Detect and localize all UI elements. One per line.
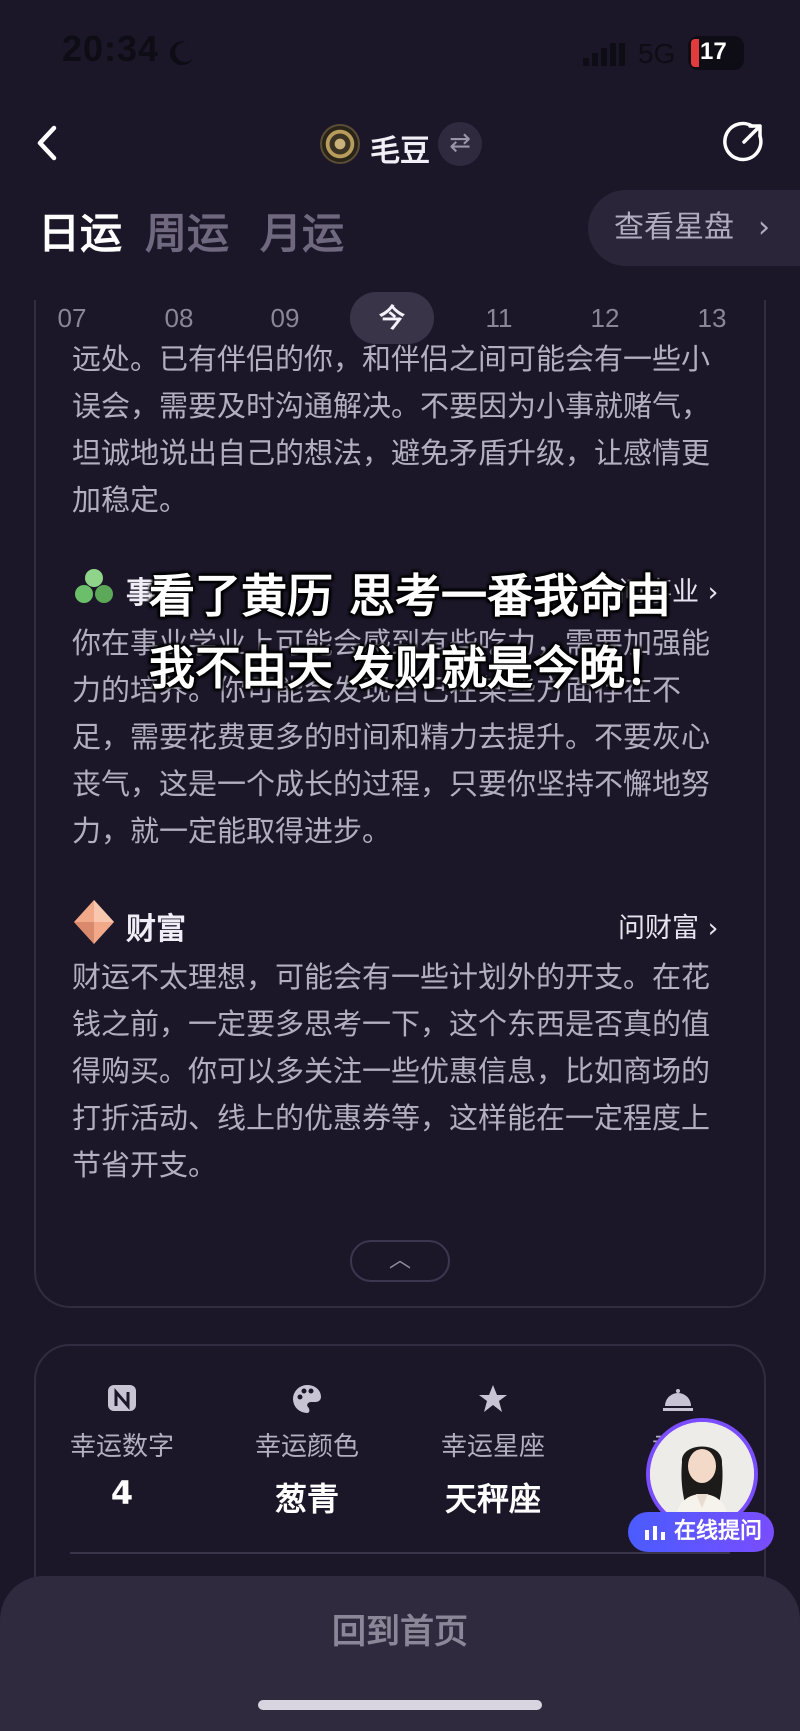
- wealth-title: 财富: [126, 912, 186, 947]
- palette-icon: [293, 1385, 321, 1413]
- signal-icon: [583, 43, 625, 66]
- status-time: 20:34: [62, 28, 160, 69]
- lucky-color-value: 葱青: [274, 1480, 339, 1518]
- chevron-right-icon: ›: [758, 210, 770, 245]
- star-icon: [479, 1385, 507, 1412]
- switch-profile-button[interactable]: ⇄: [438, 122, 482, 166]
- online-question-label: 在线提问: [674, 1519, 763, 1544]
- back-arrow-icon[interactable]: [28, 118, 68, 168]
- audio-bars-icon: [645, 1526, 665, 1540]
- cloche-icon: [663, 1389, 693, 1411]
- profile-name[interactable]: 毛豆: [370, 126, 430, 170]
- lucky-constellation-value: 天秤座: [444, 1480, 541, 1518]
- chevron-right-icon: ›: [707, 913, 719, 944]
- chevron-right-icon: ›: [707, 577, 719, 608]
- moon-icon: [169, 41, 193, 66]
- battery-level: 17: [700, 38, 727, 65]
- view-chart-button[interactable]: 查看星盘 ›: [588, 190, 800, 266]
- n-badge-icon: [108, 1385, 136, 1411]
- love-paragraph: 远处。已有伴侣的你，和伴侣之间可能会有一些小误会，需要及时沟通解决。不要因为小事…: [72, 342, 711, 517]
- divider: [70, 1552, 730, 1554]
- lucky-number-label: 幸运数字: [69, 1432, 174, 1462]
- online-question-button[interactable]: 在线提问: [628, 1512, 774, 1552]
- collapse-button[interactable]: ︿: [350, 1240, 450, 1282]
- wealth-paragraph: 财运不太理想，可能会有一些计划外的开支。在花钱之前，一定要多思考一下，这个东西是…: [72, 960, 711, 1182]
- network-type: 5G: [638, 38, 676, 69]
- lucky-number-value: 4: [110, 1474, 134, 1512]
- home-indicator[interactable]: [258, 1700, 542, 1710]
- overlay-caption: 看了黄历 思考一番我命由我不由天 发财就是今晚！: [148, 569, 671, 695]
- lucky-color-label: 幸运颜色: [254, 1432, 359, 1462]
- battery-indicator: 17: [688, 36, 744, 70]
- assistant-portrait: [650, 1422, 754, 1526]
- battery-low-fill: [691, 39, 699, 67]
- tab-monthly[interactable]: 月运: [260, 200, 344, 261]
- view-chart-label: 查看星盘: [614, 210, 734, 245]
- clover-icon: [75, 569, 113, 603]
- tab-weekly[interactable]: 周运: [145, 200, 229, 261]
- profile-avatar[interactable]: [320, 124, 360, 164]
- tab-daily[interactable]: 日运: [38, 200, 122, 261]
- ask-wealth-label: 问财富: [618, 913, 699, 944]
- ask-wealth-link[interactable]: 问财富 ›: [618, 906, 718, 945]
- back-to-home-button[interactable]: 回到首页: [0, 1604, 800, 1653]
- lucky-constellation-label: 幸运星座: [440, 1432, 545, 1462]
- diamond-icon: [74, 900, 114, 944]
- share-icon[interactable]: [722, 120, 766, 164]
